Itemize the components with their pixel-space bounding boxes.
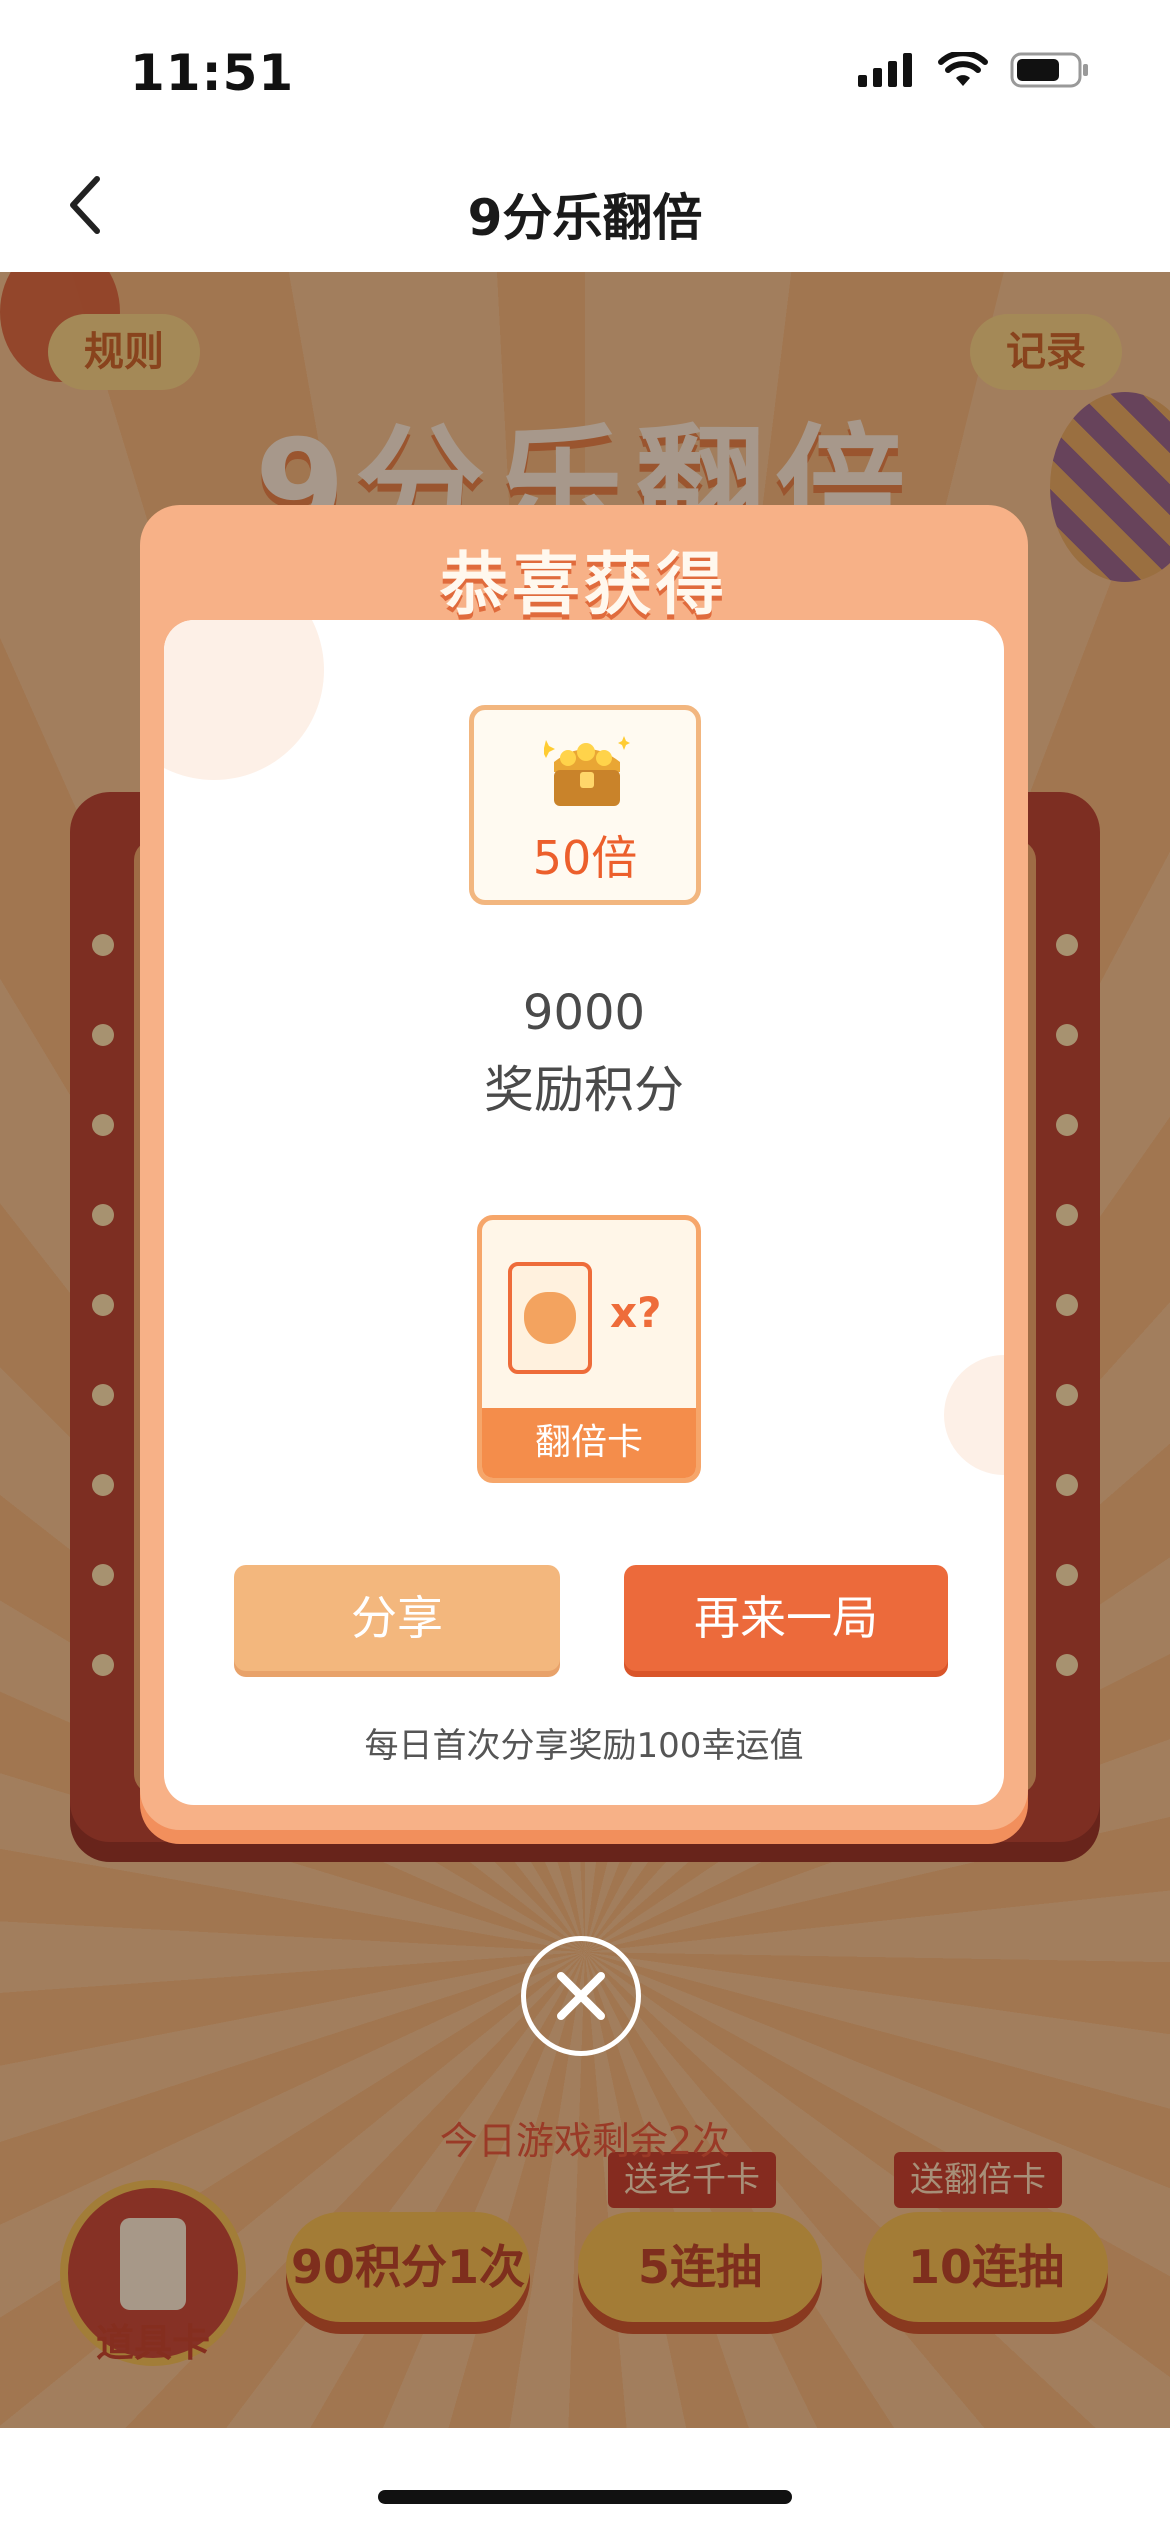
page-title: 9分乐翻倍 <box>467 189 703 247</box>
battery-icon <box>1010 52 1088 88</box>
share-reward-note: 每日首次分享奖励100幸运值 <box>364 1726 804 1766</box>
status-icons <box>858 52 1090 88</box>
home-indicator[interactable] <box>378 2490 792 2504</box>
card-quantity: x? <box>610 1288 662 1337</box>
decoration <box>164 620 324 780</box>
reward-item: 50倍 <box>469 705 701 905</box>
modal-body: 50倍 9000 奖励积分 x? 翻倍卡 分享 再来一局 每日首次分享奖励100… <box>164 620 1004 1805</box>
points-label: 奖励积分 <box>484 1061 684 1119</box>
card-label: 翻倍卡 <box>482 1408 696 1478</box>
close-button[interactable] <box>521 1936 641 2056</box>
close-icon <box>557 1972 605 2020</box>
reward-modal: 恭喜获得 50倍 9000 奖励积分 x? 翻倍卡 分享 再来一局 每日首次分享… <box>140 505 1028 1830</box>
cat-shape <box>524 1292 576 1344</box>
reward-multiplier: 50倍 <box>532 831 638 885</box>
status-bar: 11:51 <box>0 0 1170 140</box>
points-value: 9000 <box>522 985 646 1041</box>
signal-icon <box>858 53 912 87</box>
status-time: 11:51 <box>130 44 295 102</box>
play-again-button[interactable]: 再来一局 <box>624 1565 948 1671</box>
decoration <box>944 1355 1004 1475</box>
nav-bar: 9分乐翻倍 <box>0 140 1170 272</box>
share-button[interactable]: 分享 <box>234 1565 560 1671</box>
treasure-chest-icon <box>544 736 630 806</box>
modal-title: 恭喜获得 <box>439 546 728 625</box>
cat-card-icon <box>508 1262 592 1374</box>
double-card-item: x? 翻倍卡 <box>477 1215 701 1483</box>
wifi-icon <box>938 52 988 86</box>
